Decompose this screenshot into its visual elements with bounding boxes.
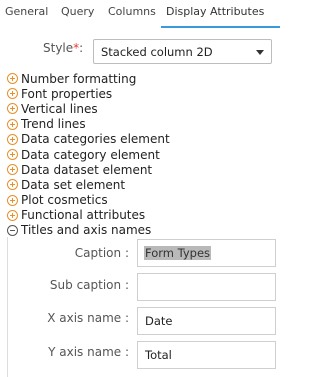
section-label: Data set element bbox=[21, 177, 126, 192]
style-label: Style*: bbox=[43, 41, 83, 55]
section-label: Data dataset element bbox=[21, 162, 153, 177]
plus-circle-icon bbox=[7, 73, 18, 85]
tab-general[interactable]: General bbox=[5, 5, 48, 18]
section-functional-attributes[interactable]: Functional attributes bbox=[7, 208, 292, 223]
yaxis-name-label: Y axis name : bbox=[48, 345, 129, 359]
section-label: Plot cosmetics bbox=[21, 193, 108, 208]
xaxis-name-input[interactable]: Date bbox=[137, 307, 276, 335]
section-label: Titles and axis names bbox=[21, 223, 152, 238]
caption-input-value: Form Types bbox=[144, 246, 212, 260]
section-data-set-element[interactable]: Data set element bbox=[7, 177, 292, 192]
section-label: Vertical lines bbox=[21, 101, 98, 116]
caption-label: Caption : bbox=[74, 246, 129, 260]
tab-bar: General Query Columns Display Attributes bbox=[0, 0, 299, 28]
section-data-dataset-element[interactable]: Data dataset element bbox=[7, 162, 292, 177]
plus-circle-icon bbox=[7, 88, 18, 100]
style-select[interactable]: Stacked column 2D bbox=[93, 39, 272, 64]
plus-circle-icon bbox=[7, 194, 18, 206]
xaxis-name-input-value: Date bbox=[145, 314, 173, 328]
caption-input[interactable]: Form Types bbox=[137, 239, 276, 267]
tab-query[interactable]: Query bbox=[61, 5, 94, 18]
section-label: Trend lines bbox=[21, 117, 86, 132]
style-label-colon: : bbox=[79, 41, 84, 55]
xaxis-label-wrap: X axis name : bbox=[8, 311, 129, 327]
plus-circle-icon bbox=[7, 118, 18, 130]
section-data-category-element[interactable]: Data category element bbox=[7, 147, 292, 162]
subcaption-label-wrap: Sub caption : bbox=[8, 278, 129, 294]
subcaption-label: Sub caption : bbox=[49, 278, 129, 292]
section-label: Font properties bbox=[21, 86, 113, 101]
titles-panel: Caption : Form Types Sub caption : X axi… bbox=[7, 237, 285, 377]
yaxis-label-wrap: Y axis name : bbox=[8, 345, 129, 361]
section-number-formatting[interactable]: Number formatting bbox=[7, 71, 292, 86]
xaxis-name-label: X axis name : bbox=[47, 311, 129, 325]
tab-display-attributes[interactable]: Display Attributes bbox=[166, 5, 264, 18]
tab-columns[interactable]: Columns bbox=[108, 5, 156, 18]
section-titles-and-axis-names[interactable]: Titles and axis names bbox=[7, 223, 292, 238]
caption-label-wrap: Caption : bbox=[8, 246, 129, 262]
style-label-text: Style bbox=[43, 41, 74, 55]
plus-circle-icon bbox=[7, 164, 18, 176]
minus-circle-icon bbox=[7, 224, 18, 236]
plus-circle-icon bbox=[7, 179, 18, 191]
active-tab-indicator bbox=[161, 26, 280, 28]
chevron-down-icon bbox=[256, 50, 264, 55]
yaxis-name-input[interactable]: Total bbox=[137, 341, 276, 369]
section-plot-cosmetics[interactable]: Plot cosmetics bbox=[7, 193, 292, 208]
section-font-properties[interactable]: Font properties bbox=[7, 86, 292, 101]
yaxis-name-input-value: Total bbox=[145, 348, 172, 362]
plus-circle-icon bbox=[7, 149, 18, 161]
plus-circle-icon bbox=[7, 209, 18, 221]
section-list: Number formatting Font properties Vertic… bbox=[7, 71, 292, 238]
section-label: Data categories element bbox=[21, 132, 170, 147]
section-data-categories-element[interactable]: Data categories element bbox=[7, 132, 292, 147]
subcaption-input[interactable] bbox=[137, 273, 276, 301]
section-label: Functional attributes bbox=[21, 208, 146, 223]
section-label: Data category element bbox=[21, 147, 160, 162]
plus-circle-icon bbox=[7, 133, 18, 145]
section-trend-lines[interactable]: Trend lines bbox=[7, 117, 292, 132]
section-label: Number formatting bbox=[21, 71, 137, 86]
plus-circle-icon bbox=[7, 103, 18, 115]
section-vertical-lines[interactable]: Vertical lines bbox=[7, 101, 292, 116]
style-select-value: Stacked column 2D bbox=[101, 45, 213, 59]
